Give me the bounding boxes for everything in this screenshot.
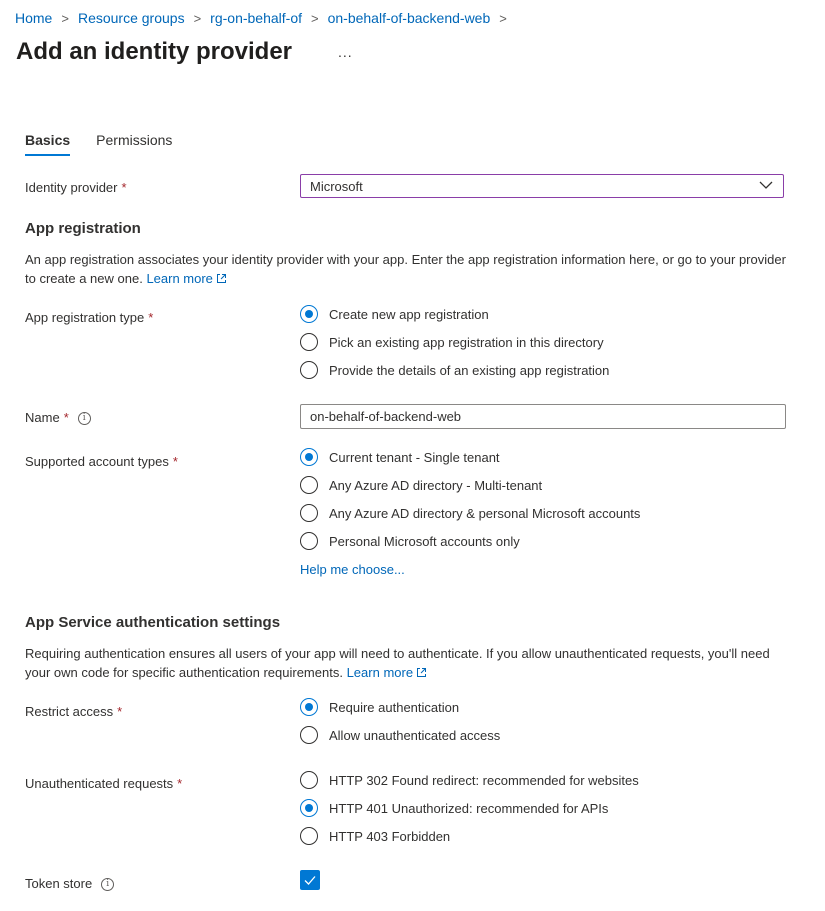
required-marker: * [177, 776, 183, 791]
learn-more-link[interactable]: Learn more [146, 271, 226, 286]
tab-basics[interactable]: Basics [25, 132, 71, 156]
help-me-choose-link[interactable]: Help me choose... [300, 562, 405, 577]
chevron-down-icon [759, 181, 773, 189]
breadcrumb-resource-group[interactable]: rg-on-behalf-of [210, 10, 302, 26]
radio-http-403[interactable]: HTTP 403 Forbidden [300, 822, 639, 850]
radio-label: Personal Microsoft accounts only [329, 533, 520, 549]
name-input[interactable] [300, 404, 786, 429]
token-store-label-text: Token store [25, 876, 93, 891]
radio-multi-tenant-personal[interactable]: Any Azure AD directory & personal Micros… [300, 499, 640, 527]
identity-provider-label-text: Identity provider [25, 180, 118, 195]
required-marker: * [121, 180, 127, 195]
account-types-radio-group: Current tenant - Single tenant Any Azure… [300, 443, 640, 555]
checkmark-icon [304, 876, 316, 885]
radio-label: Pick an existing app registration in thi… [329, 334, 604, 350]
auth-settings-heading: App Service authentication settings [25, 614, 281, 631]
radio-unchecked-icon [300, 333, 318, 351]
radio-create-new[interactable]: Create new app registration [300, 300, 609, 328]
radio-label: Provide the details of an existing app r… [329, 362, 610, 378]
identity-provider-dropdown[interactable]: Microsoft [300, 174, 784, 198]
radio-unchecked-icon [300, 827, 318, 845]
unauthenticated-requests-label: Unauthenticated requests * [25, 776, 182, 791]
identity-provider-value: Microsoft [310, 178, 363, 194]
token-store-label: Token store i [25, 876, 115, 892]
supported-account-types-label: Supported account types * [25, 454, 178, 469]
radio-label: HTTP 302 Found redirect: recommended for… [329, 772, 639, 788]
breadcrumb: Home > Resource groups > rg-on-behalf-of… [15, 10, 516, 26]
chevron-right-icon: > [61, 10, 69, 26]
app-registration-type-radio-group: Create new app registration Pick an exis… [300, 300, 609, 384]
radio-unchecked-icon [300, 726, 318, 744]
required-marker: * [172, 454, 178, 469]
radio-checked-icon [300, 698, 318, 716]
unauthenticated-requests-label-text: Unauthenticated requests [25, 776, 174, 791]
breadcrumb-home[interactable]: Home [15, 10, 52, 26]
app-registration-type-label: App registration type * [25, 310, 153, 325]
breadcrumb-resource-groups[interactable]: Resource groups [78, 10, 185, 26]
radio-unchecked-icon [300, 532, 318, 550]
radio-label: Allow unauthenticated access [329, 727, 501, 743]
restrict-access-radio-group: Require authentication Allow unauthentic… [300, 693, 500, 749]
radio-label: Require authentication [329, 699, 460, 715]
radio-multi-tenant[interactable]: Any Azure AD directory - Multi-tenant [300, 471, 640, 499]
required-marker: * [148, 310, 154, 325]
chevron-right-icon: > [499, 10, 507, 26]
unauthenticated-requests-radio-group: HTTP 302 Found redirect: recommended for… [300, 766, 639, 850]
radio-label: HTTP 403 Forbidden [329, 828, 451, 844]
page-title: Add an identity provider [16, 38, 293, 65]
more-options-button[interactable]: ... [338, 44, 353, 60]
breadcrumb-app[interactable]: on-behalf-of-backend-web [328, 10, 491, 26]
radio-label: Current tenant - Single tenant [329, 449, 500, 465]
learn-more-text: Learn more [146, 271, 213, 286]
external-link-icon [216, 274, 226, 283]
restrict-access-label-text: Restrict access [25, 704, 114, 719]
app-registration-description-text: An app registration associates your iden… [25, 252, 786, 286]
app-registration-type-label-text: App registration type [25, 310, 145, 325]
radio-label: Create new app registration [329, 306, 489, 322]
radio-http-302[interactable]: HTTP 302 Found redirect: recommended for… [300, 766, 639, 794]
required-marker: * [63, 410, 69, 425]
restrict-access-label: Restrict access * [25, 704, 122, 719]
radio-unchecked-icon [300, 361, 318, 379]
tab-permissions[interactable]: Permissions [96, 132, 172, 156]
name-label: Name * i [25, 410, 91, 426]
radio-checked-icon [300, 799, 318, 817]
radio-checked-icon [300, 305, 318, 323]
chevron-right-icon: > [193, 10, 202, 26]
external-link-icon [417, 668, 427, 677]
chevron-right-icon: > [311, 10, 319, 26]
radio-unchecked-icon [300, 476, 318, 494]
radio-label: Any Azure AD directory & personal Micros… [329, 505, 641, 521]
identity-provider-label: Identity provider * [25, 180, 127, 195]
radio-pick-existing[interactable]: Pick an existing app registration in thi… [300, 328, 609, 356]
app-registration-description: An app registration associates your iden… [25, 250, 795, 288]
token-store-checkbox[interactable] [300, 870, 320, 890]
radio-require-auth[interactable]: Require authentication [300, 693, 500, 721]
radio-allow-unauth[interactable]: Allow unauthenticated access [300, 721, 500, 749]
radio-checked-icon [300, 448, 318, 466]
info-icon[interactable]: i [77, 412, 91, 426]
name-label-text: Name [25, 410, 60, 425]
info-icon[interactable]: i [101, 878, 115, 892]
radio-single-tenant[interactable]: Current tenant - Single tenant [300, 443, 640, 471]
learn-more-link[interactable]: Learn more [347, 665, 427, 680]
supported-account-types-label-text: Supported account types [25, 454, 169, 469]
radio-personal-only[interactable]: Personal Microsoft accounts only [300, 527, 640, 555]
required-marker: * [117, 704, 123, 719]
radio-provide-details[interactable]: Provide the details of an existing app r… [300, 356, 609, 384]
learn-more-text: Learn more [346, 665, 414, 680]
radio-label: Any Azure AD directory - Multi-tenant [329, 477, 543, 493]
app-registration-heading: App registration [25, 220, 141, 237]
radio-http-401[interactable]: HTTP 401 Unauthorized: recommended for A… [300, 794, 639, 822]
tab-bar: Basics Permissions [25, 132, 198, 156]
radio-label: HTTP 401 Unauthorized: recommended for A… [329, 800, 609, 816]
radio-unchecked-icon [300, 771, 318, 789]
radio-unchecked-icon [300, 504, 318, 522]
auth-settings-description: Requiring authentication ensures all use… [25, 644, 795, 682]
